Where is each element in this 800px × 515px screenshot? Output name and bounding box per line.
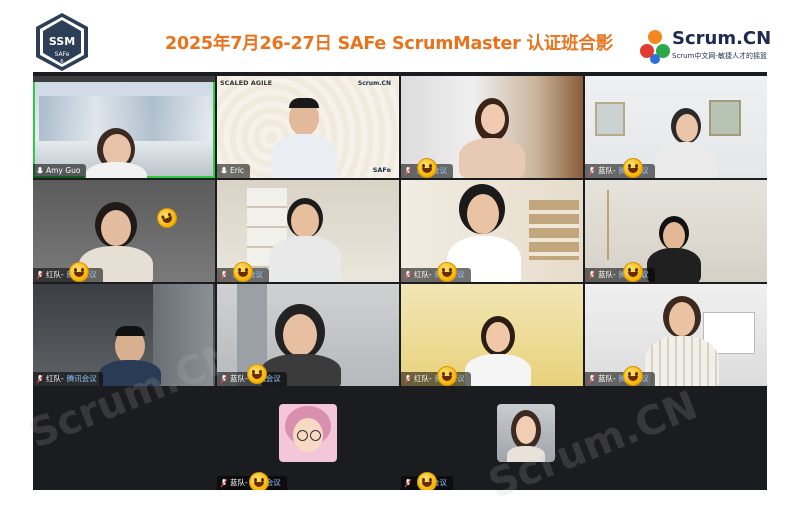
- video-tile-4[interactable]: 蓝队-腾讯会议: [585, 76, 767, 178]
- emoji-icon: [233, 262, 253, 282]
- mic-muted-icon: [589, 374, 595, 384]
- name-label: Eric: [217, 164, 251, 178]
- video-grid: Amy Guo SCALED AGILE Scrum.CN SAFe Eric …: [22, 72, 767, 508]
- video-tile-14[interactable]: 腾讯会议: [401, 388, 583, 490]
- mic-muted-icon: [37, 374, 43, 384]
- video-tile-7[interactable]: 红队-腾讯会议: [401, 180, 583, 282]
- mic-muted-icon: [221, 478, 227, 488]
- mic-on-icon: [37, 166, 43, 176]
- emoji-icon: [623, 262, 643, 282]
- emoji-icon: [154, 205, 180, 231]
- video-tile-5[interactable]: 红队-腾讯会议: [33, 180, 215, 282]
- name-label: 红队-腾讯会议: [401, 268, 471, 282]
- video-tile-13[interactable]: 蓝队-腾讯会议: [217, 388, 399, 490]
- slide-logo-right: Scrum.CN: [357, 80, 391, 87]
- name-label: 蓝队-腾讯会议: [585, 164, 655, 178]
- slide-logo-left: SCALED AGILE: [220, 79, 273, 87]
- emoji-icon: [417, 158, 437, 178]
- video-tile-11[interactable]: 红队-腾讯会议: [401, 284, 583, 386]
- emoji-icon: [69, 262, 89, 282]
- video-tile-9[interactable]: 红队- 腾讯会议: [33, 284, 215, 386]
- name-label: 红队-腾讯会议: [33, 372, 103, 386]
- emoji-icon: [623, 158, 643, 178]
- slide-footer-logo: SAFe: [372, 166, 391, 174]
- page-title: 2025年7月26-27日 SAFe ScrumMaster 认证班合影: [165, 34, 613, 54]
- emoji-icon: [437, 262, 457, 282]
- badge-text-ssm: SSM: [49, 35, 75, 48]
- mic-muted-icon: [221, 270, 227, 280]
- emoji-icon: [417, 472, 437, 490]
- scrumcn-logo-icon: [640, 30, 670, 64]
- emoji-icon: [623, 366, 643, 386]
- mic-muted-icon: [405, 166, 411, 176]
- scrumcn-logo: Scrum.CN Scrum中文网-敏捷人才的摇篮: [638, 26, 788, 66]
- video-tile-12[interactable]: 蓝队-腾讯会议: [585, 284, 767, 386]
- name-label: 蓝队-腾讯会议: [585, 268, 655, 282]
- video-tile-3[interactable]: 腾讯会议: [401, 76, 583, 178]
- mic-muted-icon: [589, 166, 595, 176]
- brand-tagline: Scrum中文网-敏捷人才的摇篮: [672, 52, 767, 60]
- mic-muted-icon: [37, 270, 43, 280]
- mic-muted-icon: [405, 478, 411, 488]
- badge-text-safe: SAFe: [55, 51, 70, 58]
- mic-muted-icon: [589, 270, 595, 280]
- video-tile-6[interactable]: 腾讯会议: [217, 180, 399, 282]
- mic-muted-icon: [405, 374, 411, 384]
- emoji-icon: [437, 366, 457, 386]
- name-label: 红队-腾讯会议: [33, 268, 103, 282]
- video-tile-10[interactable]: 蓝队-腾讯会议: [217, 284, 399, 386]
- mic-muted-icon: [405, 270, 411, 280]
- name-label: 红队-腾讯会议: [401, 372, 471, 386]
- emoji-icon: [249, 472, 269, 490]
- avatar: [497, 404, 555, 462]
- ssm-badge: SSM SAFe 6: [34, 12, 90, 72]
- badge-text-num: 6: [60, 59, 63, 65]
- avatar: [279, 404, 337, 462]
- emoji-icon: [247, 364, 267, 384]
- name-label: 蓝队-腾讯会议: [585, 372, 655, 386]
- video-tile-amy[interactable]: Amy Guo: [33, 76, 215, 178]
- video-tile-8[interactable]: 蓝队-腾讯会议: [585, 180, 767, 282]
- video-tile-eric[interactable]: SCALED AGILE Scrum.CN SAFe Eric: [217, 76, 399, 178]
- mic-muted-icon: [221, 374, 227, 384]
- name-label: Amy Guo: [33, 164, 87, 178]
- mic-on-icon: [221, 166, 227, 176]
- brand-name: Scrum.CN: [672, 28, 772, 49]
